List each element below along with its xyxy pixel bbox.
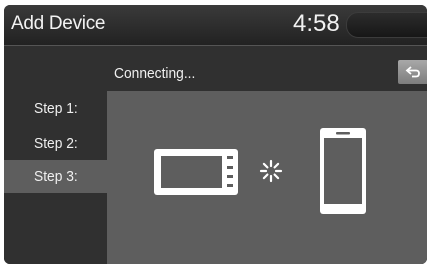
loading-spinner-icon <box>259 159 283 183</box>
header-bar: Add Device 4:58 <box>4 5 427 46</box>
back-arrow-icon <box>405 66 420 78</box>
head-unit-icon <box>154 149 238 195</box>
connection-status-text: Connecting... <box>114 65 196 82</box>
back-button[interactable] <box>398 60 427 84</box>
display-frame: Add Device 4:58 Connecting... Step 1: St… <box>4 5 427 264</box>
step-2-label: Step 2: <box>34 135 78 152</box>
status-strip <box>346 12 427 38</box>
clock: 4:58 <box>293 10 340 37</box>
smartphone-icon <box>320 128 366 214</box>
screen-title: Add Device <box>11 13 106 34</box>
step-1-label: Step 1: <box>34 100 78 117</box>
step-3-label: Step 3: <box>34 168 78 185</box>
